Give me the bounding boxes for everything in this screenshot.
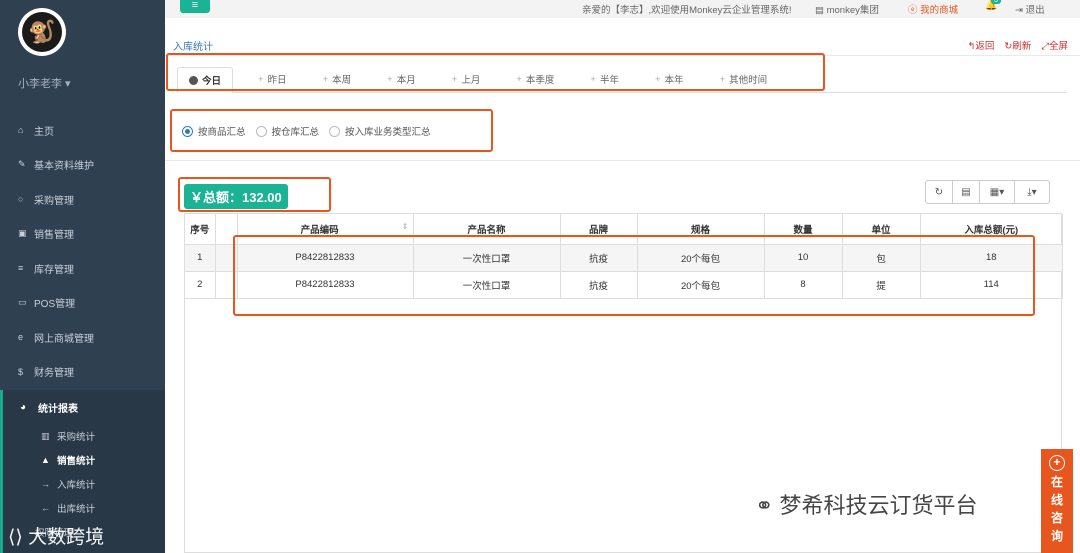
sidebar-subitem-outbound-stats[interactable]: ← 出库统计 [3, 496, 165, 520]
col-quantity: 数量 [764, 214, 843, 245]
sidebar-item-sales[interactable]: ▣ 销售管理 [0, 217, 165, 252]
logout-link[interactable]: ⇥ 退出 [1015, 2, 1045, 16]
company-link[interactable]: ▤ monkey集团 [815, 2, 879, 16]
my-store-link[interactable]: ⓔ 我的商城 [908, 2, 958, 16]
plus-icon: + [590, 73, 596, 85]
tab-other-time[interactable]: + 其他时间 [709, 66, 779, 92]
plus-circle-icon: + [1049, 455, 1065, 471]
dollar-icon: $ [18, 366, 24, 377]
sidebar-item-finance[interactable]: $ 财务管理 [0, 355, 165, 390]
plus-icon: + [322, 73, 329, 85]
table-toolbar: ↻ ▤ ▦▾ ⤓▾ [925, 180, 1050, 204]
main-content: 入库统计 ↰返回 ↻刷新 ⤢全屏 今日 + 昨日 + 本周 + 本月 + 上月 + 本季度… [165, 18, 1080, 553]
watermark-text: ⚭ 梦希科技云订货平台 [755, 493, 978, 518]
divider [165, 160, 1080, 161]
top-bar: ≡ 亲爱的【李志】,欢迎使用Monkey云企业管理系统! ▤ monkey集团 … [165, 0, 1080, 18]
page-actions: ↰返回 ↻刷新 ⤢全屏 [967, 38, 1068, 52]
col-product-code[interactable]: 产品编码 ⇕ [237, 214, 414, 245]
fullscreen-button[interactable]: ⤢全屏 [1041, 38, 1068, 52]
table-header-row: 序号 产品编码 ⇕ 产品名称 品牌 规格 数量 单位 入库总额(元) [185, 214, 1063, 245]
watermark-brand: ⟨⟩ 大数跨境 [8, 527, 105, 548]
table-row[interactable]: 2 P8422812833 一次性口罩 抗疫 20个每包 8 提 114 [185, 271, 1063, 299]
radio-by-business-type[interactable]: 按入库业务类型汇总 [329, 124, 431, 138]
sidebar-subitem-inbound-stats[interactable]: → 入库统计 [3, 472, 165, 496]
area-chart-icon: ▲ [41, 455, 50, 465]
col-inbound-total: 入库总额(元) [920, 214, 1063, 245]
user-menu[interactable]: 小李老李 ▾ [18, 75, 71, 91]
total-amount-badge: ￥总额：132.00 [184, 184, 288, 209]
tab-last-month[interactable]: + 上月 [441, 66, 492, 92]
notification-badge: 3 [991, 0, 1001, 4]
back-button[interactable]: ↰返回 [967, 38, 994, 52]
col-checkbox [215, 214, 238, 245]
plus-icon: + [516, 73, 522, 85]
summary-radio-group: 按商品汇总 按仓库汇总 按入库业务类型汇总 [182, 124, 431, 138]
tab-this-quarter[interactable]: + 本季度 [505, 66, 565, 92]
sort-icon[interactable]: ⇕ [402, 222, 409, 231]
sidebar-item-inventory[interactable]: ≡ 库存管理 [0, 251, 165, 286]
table-row[interactable]: 1 P8422812833 一次性口罩 抗疫 20个每包 10 包 18 [185, 244, 1063, 272]
refresh-button[interactable]: ↻刷新 [1004, 38, 1031, 52]
sidebar-subitem-purchase-stats[interactable]: ▥ 采购统计 [3, 424, 165, 448]
sidebar-subitem-sales-stats[interactable]: ▲ 销售统计 [3, 448, 165, 472]
pie-chart-icon: ◕ [20, 401, 27, 413]
tab-this-month[interactable]: + 本月 [376, 66, 427, 92]
welcome-text: 亲爱的【李志】,欢迎使用Monkey云企业管理系统! [582, 5, 792, 16]
sidebar-item-basic-data[interactable]: ✎ 基本资料维护 [0, 148, 165, 183]
sidebar-item-home[interactable]: ⌂ 主页 [0, 113, 165, 148]
pencil-icon: ✎ [18, 159, 26, 170]
arrow-right-icon: → [41, 479, 50, 489]
clock-icon [189, 75, 198, 85]
tab-yesterday[interactable]: + 昨日 [247, 66, 298, 92]
export-icon[interactable]: ⤓▾ [1014, 180, 1050, 204]
bar-chart-icon: ▥ [41, 430, 50, 441]
sidebar-item-online-store[interactable]: e 网上商城管理 [0, 320, 165, 355]
sidebar-item-pos[interactable]: ▭ POS管理 [0, 286, 165, 321]
columns-icon[interactable]: ▦▾ [979, 180, 1015, 204]
tab-this-week[interactable]: + 本周 [312, 66, 363, 92]
col-brand: 品牌 [560, 214, 638, 245]
stack-icon: ≡ [18, 263, 24, 274]
list-view-icon[interactable]: ▤ [952, 180, 980, 204]
refresh-icon[interactable]: ↻ [925, 180, 953, 204]
tab-this-year[interactable]: + 本年 [644, 66, 695, 92]
page-title: 入库统计 [173, 42, 213, 53]
sidebar: 🐒 小李老李 ▾ ⌂ 主页 ✎ 基本资料维护 ○ 采购管理 ▣ 销售管理 ≡ 库存管理 ▭… [0, 0, 165, 553]
nav-menu: ⌂ 主页 ✎ 基本资料维护 ○ 采购管理 ▣ 销售管理 ≡ 库存管理 ▭ POS管理 e 网上… [0, 113, 165, 389]
radio-by-product[interactable]: 按商品汇总 [182, 124, 246, 138]
col-product-name: 产品名称 [413, 214, 561, 245]
col-unit: 单位 [842, 214, 921, 245]
ie-icon: e [18, 332, 24, 343]
col-spec: 规格 [637, 214, 765, 245]
arrow-left-icon: ← [41, 503, 50, 513]
tab-today[interactable]: 今日 [177, 67, 234, 93]
online-consult-button[interactable]: + 在线咨询 [1041, 449, 1073, 553]
plus-icon: + [451, 73, 458, 85]
plus-icon: + [654, 73, 661, 85]
menu-toggle-button[interactable]: ≡ [180, 0, 210, 13]
radio-by-warehouse[interactable]: 按仓库汇总 [255, 124, 319, 138]
circle-icon: ○ [18, 194, 24, 205]
monkey-logo: 🐒 [18, 8, 66, 56]
sidebar-item-purchase[interactable]: ○ 采购管理 [0, 182, 165, 217]
plus-icon: + [387, 73, 393, 85]
home-icon: ⌂ [18, 125, 24, 136]
date-range-tabs: 今日 + 昨日 + 本周 + 本月 + 上月 + 本季度 + 半年 + 本年 + 其他时间 [177, 65, 1067, 93]
plus-icon: + [719, 73, 726, 85]
col-index: 序号 [185, 214, 216, 245]
desktop-icon: ▭ [18, 297, 27, 308]
divider [165, 55, 1080, 56]
tab-half-year[interactable]: + 半年 [579, 66, 630, 92]
sidebar-item-reports[interactable]: ◕ 统计报表 [3, 390, 165, 424]
image-icon: ▣ [18, 228, 27, 239]
plus-icon: + [258, 73, 264, 85]
